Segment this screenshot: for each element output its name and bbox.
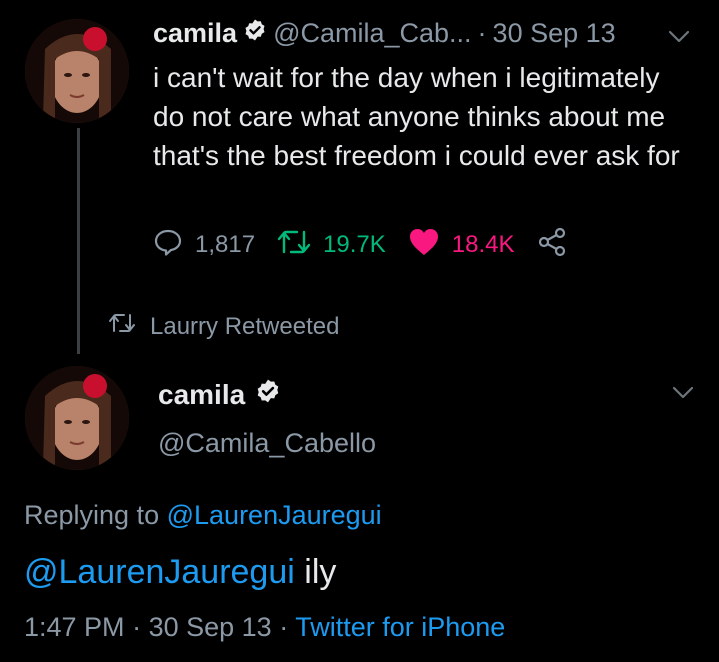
- retweeted-by-label: Laurry Retweeted: [108, 312, 339, 341]
- avatar-image: [25, 366, 129, 470]
- replying-prefix: Replying to: [24, 500, 160, 530]
- reply-icon: [153, 227, 183, 264]
- source-link[interactable]: Twitter for iPhone: [295, 612, 505, 642]
- display-name[interactable]: camila: [153, 18, 237, 49]
- verified-badge-icon: [255, 378, 281, 411]
- retweet-count: 19.7K: [323, 231, 386, 258]
- separator: ·: [477, 18, 487, 48]
- tweet-header: camila @Camila_Cab... · 30 Sep 13: [153, 18, 616, 49]
- share-button[interactable]: [537, 227, 567, 264]
- avatar[interactable]: [25, 19, 129, 123]
- reply-count: 1,817: [195, 231, 256, 258]
- handle[interactable]: @Camila_Cab...: [273, 18, 471, 49]
- tweet-time[interactable]: 1:47 PM: [24, 612, 125, 642]
- handle[interactable]: @Camila_Cabello: [158, 428, 376, 459]
- reply-button[interactable]: 1,817: [153, 227, 255, 264]
- avatar-image: [25, 19, 129, 123]
- tweet-text: @LaurenJauregui ily: [24, 553, 336, 592]
- mention-link[interactable]: @LaurenJauregui: [24, 553, 295, 591]
- retweet-button[interactable]: 19.7K: [277, 228, 386, 263]
- tweet-meta: 1:47 PM · 30 Sep 13 · Twitter for iPhone: [24, 612, 505, 643]
- retweeted-by-text[interactable]: Laurry Retweeted: [150, 313, 339, 341]
- tweet-date[interactable]: 30 Sep 13: [149, 612, 272, 642]
- tweet-date[interactable]: 30 Sep 13: [493, 18, 616, 49]
- action-bar: 1,817 19.7K 18.4K: [153, 227, 589, 263]
- retweet-icon: [108, 312, 136, 341]
- chevron-down-icon[interactable]: [672, 386, 694, 405]
- tweet-body: ily: [304, 553, 337, 591]
- heart-icon: [408, 227, 440, 264]
- separator: ·: [132, 612, 142, 642]
- thread-connector-line: [77, 128, 80, 354]
- like-button[interactable]: 18.4K: [408, 227, 515, 264]
- tweet-header: camila: [158, 378, 281, 411]
- avatar[interactable]: [25, 366, 129, 470]
- tweet-text: i can't wait for the day when i legitima…: [153, 62, 680, 171]
- verified-badge-icon: [243, 18, 267, 49]
- separator: ·: [279, 612, 289, 642]
- chevron-down-icon[interactable]: [668, 30, 690, 49]
- replying-to: Replying to @LaurenJauregui: [24, 500, 382, 531]
- replying-to-link[interactable]: @LaurenJauregui: [167, 500, 382, 530]
- display-name[interactable]: camila: [158, 379, 245, 411]
- share-icon: [537, 227, 567, 264]
- retweet-icon: [277, 228, 311, 263]
- like-count: 18.4K: [451, 231, 515, 258]
